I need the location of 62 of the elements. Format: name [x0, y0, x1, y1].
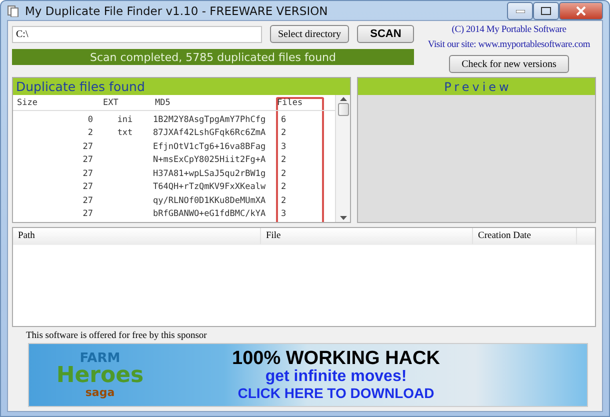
sponsor-caption: This software is offered for free by this sponsor [25, 331, 208, 341]
table-cell-text: EfjnOtV1cTg6+16va8BFag [152, 142, 267, 152]
scroll-down-icon[interactable] [340, 216, 346, 220]
table-cell-text: 2 [86, 128, 94, 138]
copyright-text: (C) 2014 My Portable Software [452, 25, 566, 36]
logo-text: Heroes [56, 365, 144, 387]
table-cell-text: 3 [280, 142, 288, 152]
column-header[interactable]: File [261, 228, 473, 244]
table-cell-text: 27 [82, 196, 94, 206]
app-icon [7, 4, 19, 16]
scroll-thumb[interactable] [338, 103, 348, 116]
table-cell-text: 27 [82, 182, 94, 192]
minimize-icon [516, 10, 524, 12]
table-cell-text: 1B2M2Y8AsgTpgAmY7PhCfg [152, 114, 267, 125]
website-text: Visit our site: www.myportablesoftware.com [428, 40, 590, 51]
column-header[interactable]: Files [273, 98, 333, 108]
column-header[interactable]: Size [13, 98, 99, 108]
maximize-icon [541, 7, 551, 15]
column-header[interactable]: Creation Date [473, 228, 577, 244]
table-cell-text: N+msExCpY8025Hiit2Fg+A [152, 155, 267, 166]
maximize-button[interactable] [533, 2, 559, 20]
scrollbar[interactable] [335, 95, 350, 222]
ad-banner[interactable]: FARM Heroes saga 100% WORKING HACK get infinite moves! CLICK HERE TO DOWNLOAD [28, 343, 588, 407]
banner-cta: CLICK HERE TO DOWNLOAD [238, 386, 434, 401]
banner-headline: 100% WORKING HACK [232, 349, 440, 370]
minimize-button[interactable] [507, 2, 533, 20]
column-header[interactable]: EXT [99, 98, 151, 108]
table-cell-text: 2 [280, 168, 288, 179]
table-cell-text: T64QH+rTzQmKV9FxXKealw [152, 182, 267, 192]
table-cell-text: 27 [82, 209, 94, 220]
table-cell-text: 0 [86, 114, 94, 125]
panel-title: Preview [358, 78, 595, 95]
status-bar: Scan completed, 5785 duplicated files found [12, 49, 414, 65]
table-cell-text: qy/RLNOf0D1KKu8DeMUmXA [152, 196, 267, 206]
table-cell-text: 2 [280, 155, 288, 166]
column-header[interactable]: MD5 [151, 98, 273, 108]
table-cell-text: 87JXAf42LshGFqk6Rc6ZmA [152, 128, 267, 138]
logo-text: FARM [80, 352, 120, 365]
window-title: My Duplicate File Finder v1.10 - FREEWARE VERSION [25, 4, 329, 18]
table-cell-text: bRfGBANWO+eG1fdBMC/kYA [152, 209, 267, 220]
table-cell-text: 3 [280, 209, 288, 220]
directory-input[interactable]: C:\ [12, 26, 262, 42]
table-cell-text: txt [116, 128, 134, 138]
table-cell-text: 2 [280, 128, 288, 138]
logo-text: saga [85, 387, 115, 398]
table-cell-text: 27 [82, 142, 94, 152]
table-cell-text: ini [116, 114, 134, 125]
table-cell-text: 2 [280, 182, 288, 192]
banner-subline: get infinite moves! [265, 369, 407, 386]
table-cell-text: 27 [82, 155, 94, 166]
table-cell-text: 2 [280, 196, 288, 206]
scan-button[interactable]: SCAN [357, 25, 414, 43]
column-header[interactable]: Path [13, 228, 261, 244]
close-icon [576, 6, 586, 16]
select-directory-button[interactable]: Select directory [270, 25, 350, 43]
table-cell-text: 6 [280, 114, 288, 125]
table-cell-text: H37A81+wpLSaJ5qu2rBW1g [152, 168, 267, 179]
close-button[interactable] [559, 2, 603, 20]
panel-title: Duplicate files found [13, 78, 350, 95]
table-cell-text: 27 [82, 168, 94, 179]
scroll-up-icon[interactable] [340, 97, 346, 101]
check-updates-button[interactable]: Check for new versions [449, 55, 569, 73]
